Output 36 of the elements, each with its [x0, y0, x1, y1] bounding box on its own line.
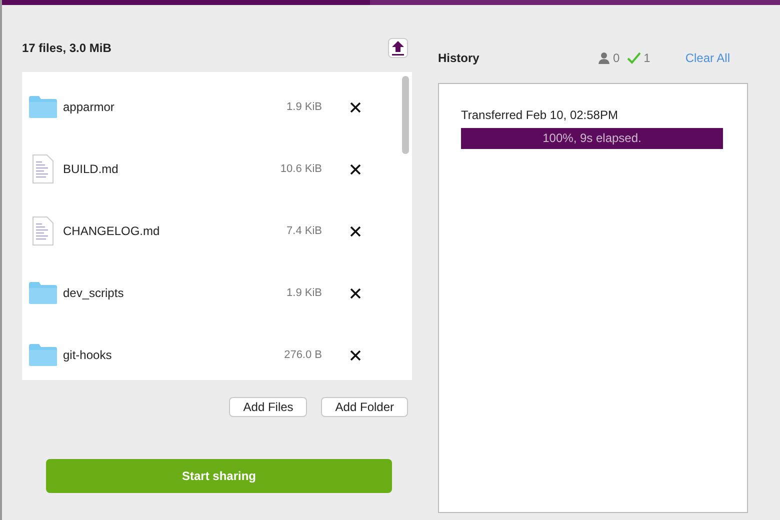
- close-icon: [350, 226, 361, 236]
- history-title: History: [438, 51, 480, 65]
- upload-button[interactable]: [388, 38, 408, 58]
- remove-button[interactable]: [350, 288, 361, 298]
- transfer-title: Transferred Feb 10, 02:58PM: [461, 108, 619, 122]
- add-button[interactable]: Add Files: [229, 397, 308, 417]
- remove-button[interactable]: [350, 226, 361, 236]
- file-size: 7.4 KiB: [286, 225, 322, 237]
- completed-count: 1: [644, 51, 650, 65]
- add-button[interactable]: Add Folder: [321, 397, 408, 417]
- progress-text: 100%, 9s elapsed.: [542, 130, 642, 147]
- file-name: apparmor: [63, 100, 116, 114]
- close-icon: [350, 288, 361, 298]
- folder-icon: [28, 281, 58, 305]
- file-summary: 17 files, 3.0 MiB: [22, 41, 112, 55]
- folder-icon: [28, 95, 58, 119]
- remove-button[interactable]: [350, 164, 361, 174]
- file-size: 10.6 KiB: [279, 163, 322, 175]
- file-name: BUILD.md: [63, 162, 120, 176]
- check-icon: [626, 52, 641, 64]
- remove-button[interactable]: [350, 102, 361, 112]
- file-name: CHANGELOG.md: [63, 224, 161, 238]
- file-name: git-hooks: [63, 348, 113, 362]
- file-size: 1.9 KiB: [286, 101, 322, 113]
- in-progress-count: 0: [612, 51, 620, 65]
- close-icon: [350, 164, 361, 174]
- file-name: dev_scripts: [63, 286, 125, 300]
- close-icon: [350, 350, 361, 360]
- file-size: 1.9 KiB: [286, 287, 322, 299]
- close-icon: [350, 102, 361, 112]
- upload-icon: [391, 40, 405, 56]
- file-size: 276.0 B: [283, 349, 322, 361]
- scrollbar[interactable]: [402, 76, 409, 154]
- folder-icon: [28, 343, 58, 367]
- remove-button[interactable]: [350, 350, 361, 360]
- person-icon: [598, 52, 610, 64]
